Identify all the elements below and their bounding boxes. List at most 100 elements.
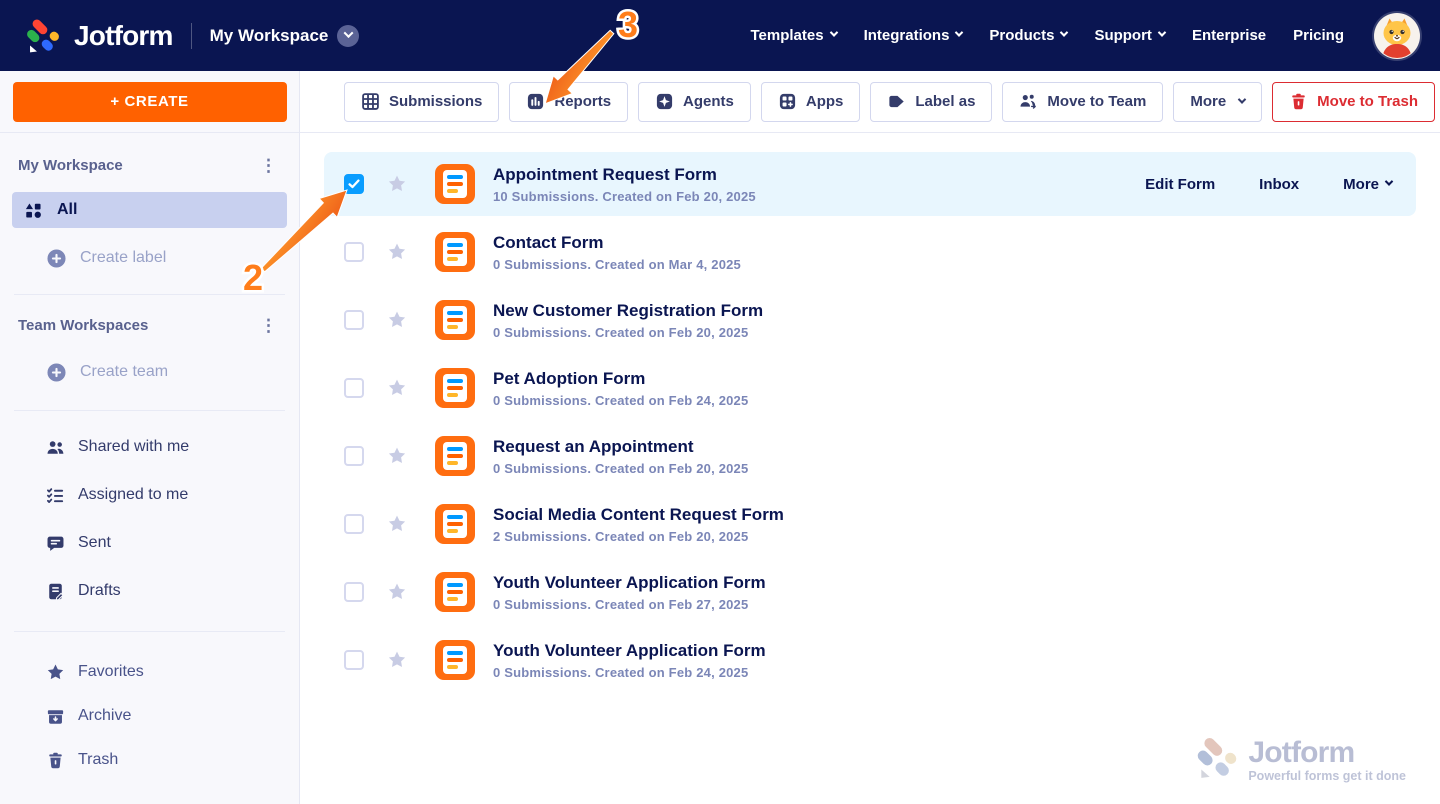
nav-products[interactable]: Products (989, 27, 1067, 44)
sidebar-item-create-label[interactable]: Create label (0, 244, 299, 272)
move-to-trash-button[interactable]: Move to Trash (1272, 82, 1435, 122)
workspace-switcher[interactable]: My Workspace (210, 25, 360, 47)
inbox-button[interactable]: Inbox (1259, 176, 1299, 193)
jotform-logo[interactable]: Jotform (24, 17, 173, 55)
chevron-down-icon (829, 28, 837, 36)
star-icon[interactable] (387, 378, 407, 398)
form-title[interactable]: Appointment Request Form (493, 165, 756, 185)
sidebar-item-label: Sent (78, 534, 111, 552)
form-row[interactable]: Contact Form 0 Submissions. Created on M… (324, 220, 1416, 284)
sidebar-item-label: Assigned to me (78, 486, 188, 504)
form-title[interactable]: Pet Adoption Form (493, 369, 748, 389)
form-title[interactable]: Youth Volunteer Application Form (493, 641, 766, 661)
apps-button[interactable]: Apps (761, 82, 861, 122)
sidebar-item-archive[interactable]: Archive (0, 694, 299, 738)
sidebar-item-favorites[interactable]: Favorites (0, 650, 299, 694)
form-icon (435, 572, 475, 612)
form-row[interactable]: Youth Volunteer Application Form 0 Submi… (324, 628, 1416, 692)
star-icon[interactable] (387, 174, 407, 194)
row-checkbox[interactable] (344, 310, 364, 330)
star-icon[interactable] (387, 514, 407, 534)
form-row[interactable]: New Customer Registration Form 0 Submiss… (324, 288, 1416, 352)
form-icon (435, 232, 475, 272)
star-icon[interactable] (387, 242, 407, 262)
sidebar-item-drafts[interactable]: Drafts (0, 567, 299, 615)
row-checkbox[interactable] (344, 582, 364, 602)
star-icon[interactable] (387, 446, 407, 466)
form-icon (435, 368, 475, 408)
sidebar-footer-list: Favorites Archive (0, 650, 299, 782)
row-checkbox[interactable] (344, 446, 364, 466)
form-meta: 0 Submissions. Created on Feb 20, 2025 (493, 325, 763, 340)
sidebar-item-label: Create team (80, 363, 168, 381)
sidebar-item-shared-with-me[interactable]: Shared with me (0, 423, 299, 471)
star-icon[interactable] (387, 582, 407, 602)
star-icon[interactable] (387, 310, 407, 330)
sidebar-item-trash[interactable]: Trash (0, 738, 299, 782)
nav-pricing[interactable]: Pricing (1293, 27, 1344, 44)
agents-button[interactable]: Agents (638, 82, 751, 122)
watermark-tagline: Powerful forms get it done (1248, 769, 1406, 783)
label-as-button[interactable]: Label as (870, 82, 992, 122)
sidebar-item-all[interactable]: All (12, 192, 287, 228)
bulk-action-toolbar: Submissions Reports Agents (300, 71, 1440, 133)
form-row[interactable]: Appointment Request Form 10 Submissions.… (324, 152, 1416, 216)
more-button[interactable]: More (1173, 82, 1262, 122)
chevron-down-icon (1238, 95, 1246, 103)
user-avatar[interactable] (1374, 13, 1420, 59)
sidebar: + CREATE My Workspace ⋮ All Create label (0, 71, 300, 804)
star-icon[interactable] (387, 650, 407, 670)
row-checkbox[interactable] (344, 650, 364, 670)
row-checkbox[interactable] (344, 514, 364, 534)
form-list: Appointment Request Form 10 Submissions.… (300, 133, 1440, 692)
move-team-icon (1019, 92, 1038, 111)
form-title[interactable]: New Customer Registration Form (493, 301, 763, 321)
jotform-logo-icon (1194, 735, 1240, 786)
nav-integrations[interactable]: Integrations (864, 27, 963, 44)
sidebar-item-create-team[interactable]: Create team (0, 358, 299, 386)
form-title[interactable]: Request an Appointment (493, 437, 748, 457)
checklist-icon (46, 486, 65, 505)
form-title[interactable]: Social Media Content Request Form (493, 505, 784, 525)
form-row[interactable]: Youth Volunteer Application Form 0 Submi… (324, 560, 1416, 624)
create-button[interactable]: + CREATE (13, 82, 287, 122)
row-more-button[interactable]: More (1343, 176, 1392, 193)
top-nav-links: Templates Integrations Products Support … (750, 27, 1344, 44)
all-shapes-icon (24, 201, 43, 220)
row-checkbox[interactable] (344, 378, 364, 398)
nav-support[interactable]: Support (1094, 27, 1165, 44)
sidebar-nav-list: Shared with me Assigned to me (0, 423, 299, 615)
form-row[interactable]: Request an Appointment 0 Submissions. Cr… (324, 424, 1416, 488)
form-title[interactable]: Youth Volunteer Application Form (493, 573, 766, 593)
move-to-team-button[interactable]: Move to Team (1002, 82, 1163, 122)
chevron-down-icon (1158, 28, 1166, 36)
sidebar-item-label: All (57, 201, 77, 219)
nav-enterprise[interactable]: Enterprise (1192, 27, 1266, 44)
apps-icon (778, 92, 797, 111)
row-checkbox[interactable] (344, 242, 364, 262)
chevron-down-icon[interactable] (337, 25, 359, 47)
sidebar-item-label: Trash (78, 751, 118, 769)
jotform-watermark: Jotform Powerful forms get it done (1194, 735, 1406, 786)
reports-button[interactable]: Reports (509, 82, 628, 122)
trash-icon (46, 751, 65, 770)
plus-circle-icon (46, 362, 67, 383)
nav-templates[interactable]: Templates (750, 27, 836, 44)
sidebar-item-label: Shared with me (78, 438, 189, 456)
kebab-menu-icon[interactable]: ⋮ (254, 155, 283, 176)
row-checkbox-checked[interactable] (344, 174, 364, 194)
sidebar-divider (14, 294, 285, 295)
form-row[interactable]: Pet Adoption Form 0 Submissions. Created… (324, 356, 1416, 420)
form-meta: 0 Submissions. Created on Feb 27, 2025 (493, 597, 766, 612)
plus-circle-icon (46, 248, 67, 269)
form-row[interactable]: Social Media Content Request Form 2 Subm… (324, 492, 1416, 556)
sidebar-item-assigned-to-me[interactable]: Assigned to me (0, 471, 299, 519)
edit-form-button[interactable]: Edit Form (1145, 176, 1215, 193)
watermark-brand: Jotform (1248, 738, 1406, 768)
form-title[interactable]: Contact Form (493, 233, 741, 253)
submissions-button[interactable]: Submissions (344, 82, 499, 122)
star-icon (46, 663, 65, 682)
sidebar-item-sent[interactable]: Sent (0, 519, 299, 567)
kebab-menu-icon[interactable]: ⋮ (254, 315, 283, 336)
form-icon (435, 640, 475, 680)
